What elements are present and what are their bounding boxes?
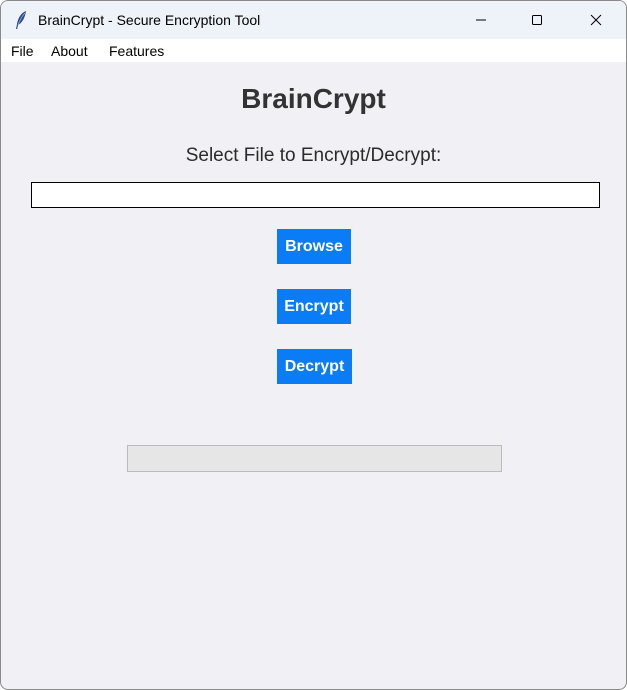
menu-bar: File About Features — [1, 39, 626, 62]
feather-icon — [13, 10, 29, 30]
app-heading: BrainCrypt — [241, 83, 386, 114]
file-path-input[interactable] — [31, 182, 600, 208]
menu-about[interactable]: About — [51, 43, 88, 59]
window-title: BrainCrypt - Secure Encryption Tool — [38, 12, 261, 28]
maximize-button[interactable] — [514, 1, 560, 39]
menu-features[interactable]: Features — [109, 43, 164, 59]
close-icon — [590, 14, 602, 26]
select-file-label: Select File to Encrypt/Decrypt: — [185, 145, 442, 166]
menu-file[interactable]: File — [11, 43, 34, 59]
browse-button[interactable]: Browse — [277, 229, 351, 264]
close-button[interactable] — [573, 1, 619, 39]
minimize-icon — [476, 19, 486, 21]
title-bar[interactable]: BrainCrypt - Secure Encryption Tool — [1, 1, 626, 39]
decrypt-button[interactable]: Decrypt — [277, 349, 352, 384]
app-window: BrainCrypt - Secure Encryption Tool File… — [0, 0, 627, 690]
maximize-icon — [532, 15, 542, 25]
minimize-button[interactable] — [458, 1, 504, 39]
progress-bar — [127, 445, 502, 472]
encrypt-button[interactable]: Encrypt — [277, 289, 351, 324]
